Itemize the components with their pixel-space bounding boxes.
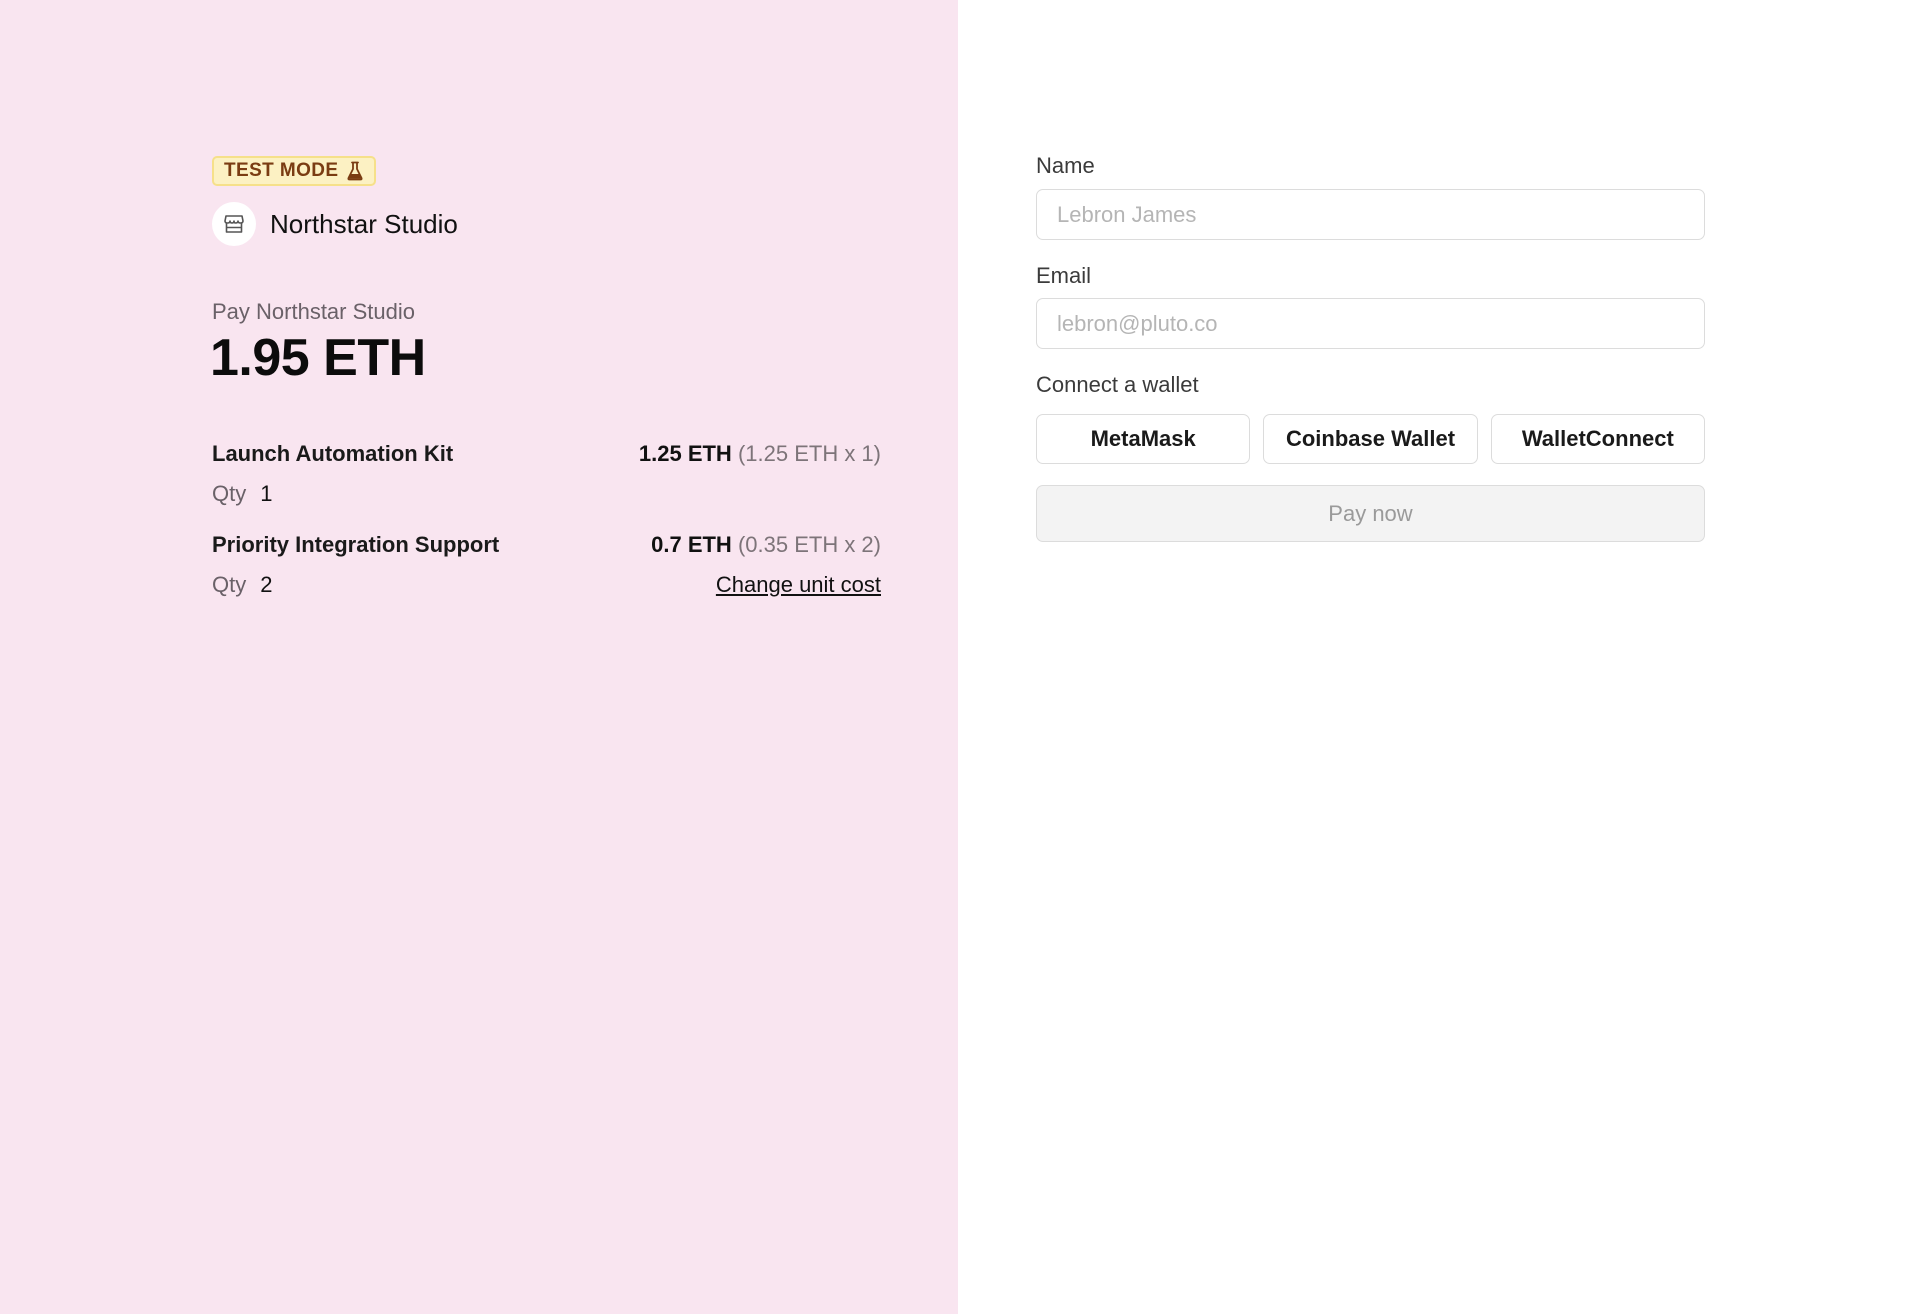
- item-breakdown: (0.35 ETH x 2): [737, 532, 881, 557]
- total-amount: 1.95 ETH: [210, 329, 426, 387]
- change-unit-cost-link[interactable]: Change unit cost: [716, 572, 881, 598]
- item-price: 1.25 ETH (1.25 ETH x 1): [639, 441, 881, 467]
- connect-wallet-label: Connect a wallet: [1036, 372, 1199, 397]
- qty-value: 1: [260, 481, 273, 506]
- store-name: Northstar Studio: [270, 208, 458, 239]
- line-item: Launch Automation Kit 1.25 ETH (1.25 ETH…: [212, 441, 881, 507]
- pay-now-button[interactable]: Pay now: [1036, 485, 1705, 542]
- qty-label: Qty: [212, 481, 247, 506]
- order-summary-panel: TEST MODE Northstar Studio Pay Northstar…: [0, 0, 958, 1314]
- pay-recipient-label: Pay Northstar Studio: [212, 299, 415, 324]
- item-total: 0.7 ETH: [651, 532, 732, 557]
- item-name: Priority Integration Support: [212, 532, 500, 557]
- metamask-button[interactable]: MetaMask: [1036, 414, 1251, 464]
- test-mode-badge: TEST MODE: [212, 156, 377, 186]
- email-label: Email: [1036, 263, 1092, 288]
- store-icon: [224, 215, 244, 233]
- item-total: 1.25 ETH: [638, 441, 732, 466]
- qty-value: 2: [260, 572, 273, 597]
- name-label: Name: [1036, 153, 1095, 178]
- wallet-options: MetaMask Coinbase Wallet WalletConnect: [1036, 414, 1705, 464]
- name-input[interactable]: [1036, 189, 1705, 240]
- line-item: Priority Integration Support 0.7 ETH (0.…: [212, 532, 881, 598]
- test-mode-label: TEST MODE: [224, 160, 339, 181]
- item-price: 0.7 ETH (0.35 ETH x 2): [651, 532, 881, 558]
- item-breakdown: (1.25 ETH x 1): [737, 441, 881, 466]
- walletconnect-button[interactable]: WalletConnect: [1490, 414, 1705, 464]
- flask-icon: [347, 161, 363, 181]
- coinbase-wallet-button[interactable]: Coinbase Wallet: [1263, 414, 1478, 464]
- item-name: Launch Automation Kit: [212, 441, 454, 466]
- email-input[interactable]: [1036, 298, 1705, 349]
- store-header: Northstar Studio: [212, 202, 458, 246]
- qty-label: Qty: [212, 572, 247, 597]
- store-avatar: [212, 202, 256, 246]
